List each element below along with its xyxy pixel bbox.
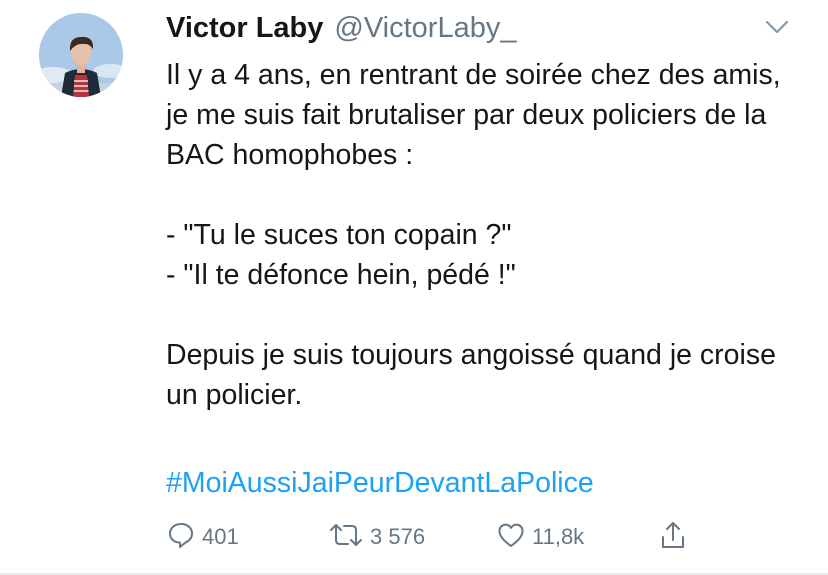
reply-count: 401 bbox=[202, 524, 239, 549]
retweet-count: 3 576 bbox=[370, 524, 426, 549]
tweet-text: Il y a 4 ans, en rentrant de soirée chez… bbox=[166, 55, 806, 415]
tweet-paragraph: Depuis je suis toujours angoissé quand j… bbox=[166, 339, 776, 411]
reply-icon bbox=[166, 520, 196, 555]
tweet-header: Victor Laby @VictorLaby_ bbox=[166, 12, 516, 46]
tweet-quote-line: - "Tu le suces ton copain ?" bbox=[166, 219, 512, 251]
author-avatar[interactable] bbox=[39, 13, 123, 97]
share-icon bbox=[658, 519, 688, 556]
tweet-paragraph: Il y a 4 ans, en rentrant de soirée chez… bbox=[166, 59, 781, 171]
hashtag-link[interactable]: #MoiAussiJaiPeurDevantLaPolice bbox=[166, 463, 594, 503]
like-icon bbox=[496, 520, 526, 555]
like-button[interactable]: 11,8k bbox=[496, 519, 584, 555]
chevron-down-icon[interactable] bbox=[764, 18, 790, 36]
author-name[interactable]: Victor Laby bbox=[166, 12, 323, 45]
tweet-quote-line: - "Il te défonce hein, pédé !" bbox=[166, 259, 516, 291]
like-count: 11,8k bbox=[532, 524, 585, 549]
retweet-button[interactable]: 3 576 bbox=[328, 519, 425, 555]
retweet-icon bbox=[328, 520, 364, 555]
share-button[interactable] bbox=[658, 519, 688, 555]
reply-button[interactable]: 401 bbox=[166, 519, 239, 555]
author-handle[interactable]: @VictorLaby_ bbox=[334, 12, 516, 45]
tweet-actions: 401 3 576 11,8k bbox=[166, 519, 706, 555]
